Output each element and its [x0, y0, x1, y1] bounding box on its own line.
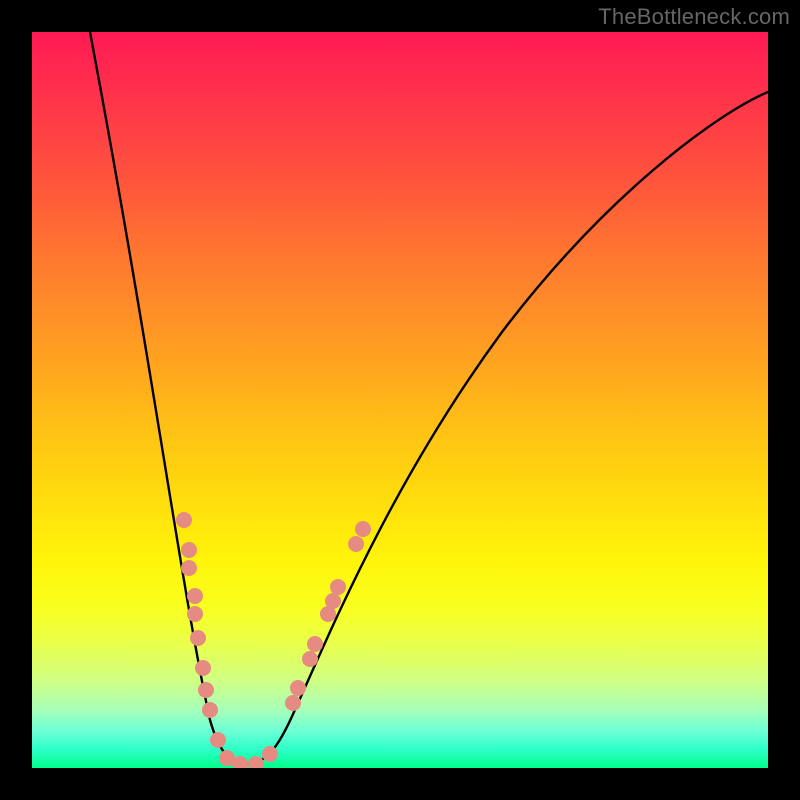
curve-marker — [198, 682, 214, 698]
marker-group — [176, 512, 371, 768]
curve-marker — [348, 536, 364, 552]
curve-marker — [187, 606, 203, 622]
watermark-text: TheBottleneck.com — [598, 4, 790, 30]
plot-area — [32, 32, 768, 768]
curve-marker — [290, 680, 306, 696]
curve-marker — [330, 579, 346, 595]
curve-marker — [325, 593, 341, 609]
curve-marker — [302, 651, 318, 667]
curve-layer — [32, 32, 768, 768]
curve-marker — [181, 542, 197, 558]
bottleneck-curve — [90, 32, 768, 764]
curve-marker — [262, 746, 278, 762]
curve-marker — [307, 636, 323, 652]
chart-frame: TheBottleneck.com — [0, 0, 800, 800]
curve-marker — [190, 630, 206, 646]
curve-marker — [195, 660, 211, 676]
curve-marker — [202, 702, 218, 718]
curve-marker — [285, 695, 301, 711]
curve-marker — [181, 560, 197, 576]
curve-marker — [248, 756, 264, 768]
curve-marker — [187, 588, 203, 604]
curve-marker — [210, 732, 226, 748]
curve-marker — [355, 521, 371, 537]
curve-marker — [176, 512, 192, 528]
